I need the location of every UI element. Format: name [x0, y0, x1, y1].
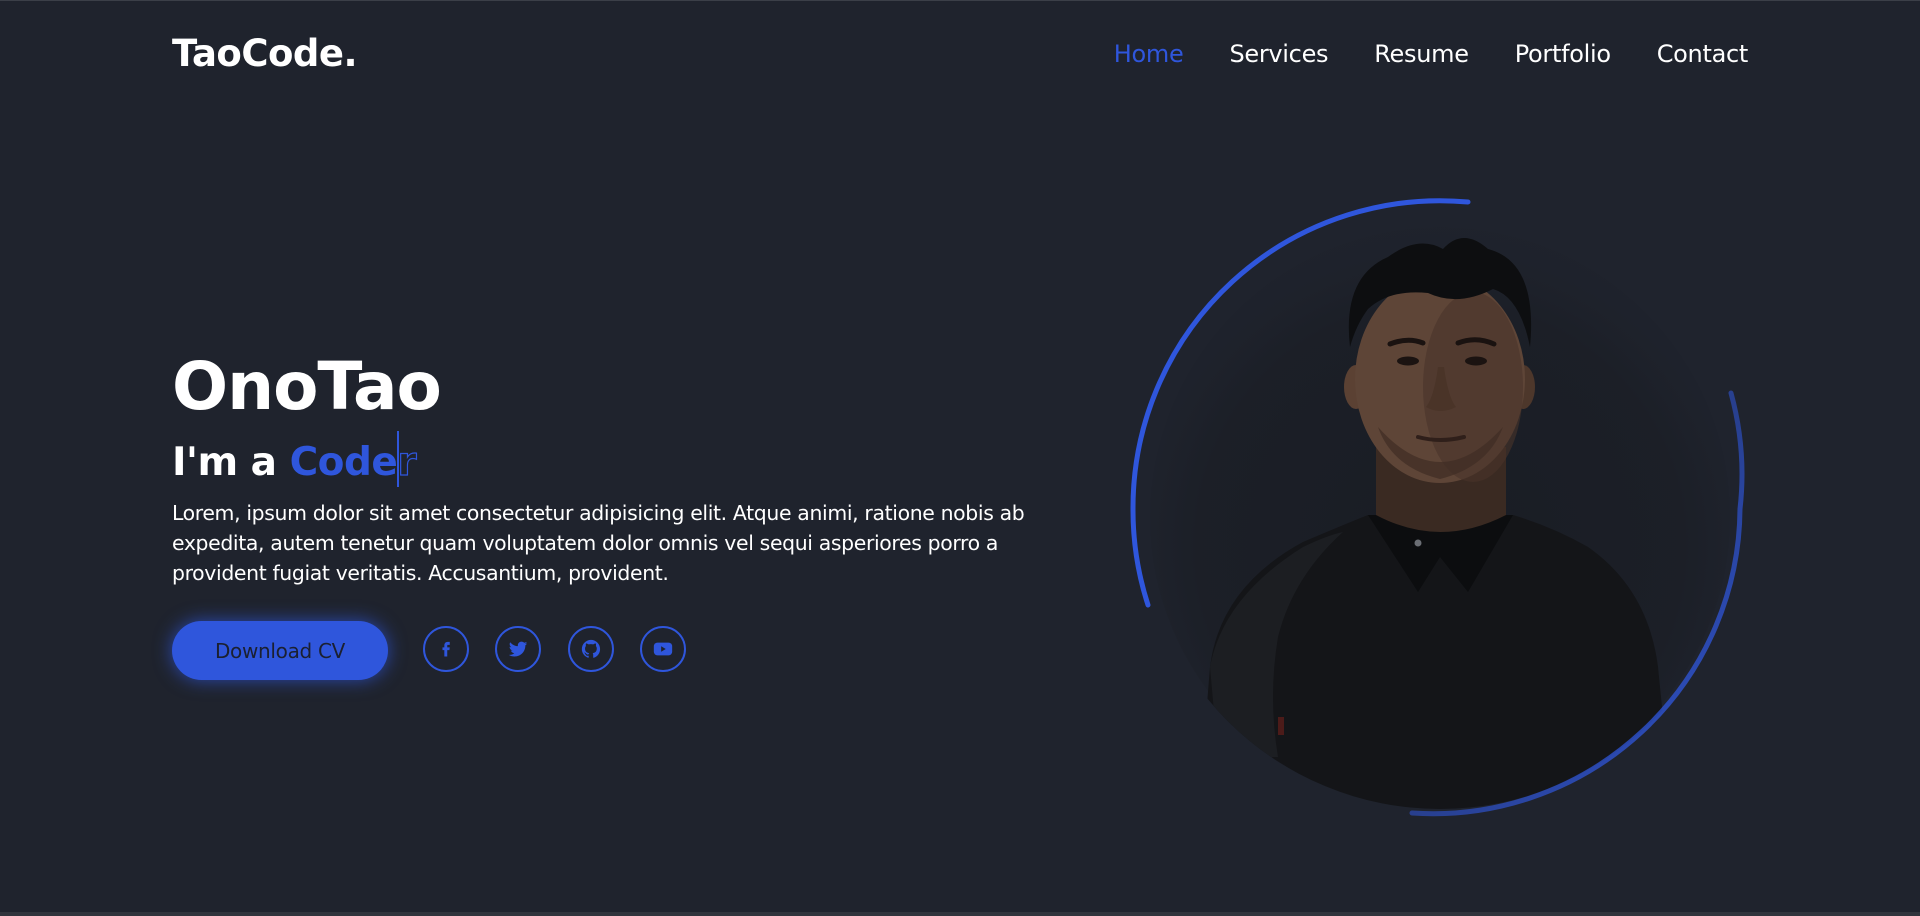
- role-typed-text: Code: [289, 440, 398, 485]
- portrait: [1128, 197, 1752, 821]
- twitter-icon: [508, 641, 528, 657]
- hero-role: I'm a Coder: [172, 431, 417, 489]
- portrait-ring: [1130, 198, 1745, 817]
- facebook-link[interactable]: [423, 626, 469, 672]
- github-icon: [581, 639, 601, 658]
- role-prefix: I'm a: [172, 440, 290, 485]
- youtube-link[interactable]: [640, 626, 686, 672]
- nav-item-portfolio[interactable]: Portfolio: [1515, 37, 1611, 71]
- hero-name: OnoTao: [172, 348, 442, 425]
- twitter-link[interactable]: [495, 626, 541, 672]
- github-link[interactable]: [568, 626, 614, 672]
- nav-item-resume[interactable]: Resume: [1374, 37, 1469, 71]
- page: TaoCode. Home Services Resume Portfolio …: [0, 0, 1920, 916]
- main-nav: Home Services Resume Portfolio Contact: [1114, 37, 1749, 71]
- nav-item-contact[interactable]: Contact: [1657, 37, 1749, 71]
- bottom-divider: [0, 912, 1920, 916]
- youtube-icon: [653, 642, 673, 656]
- site-logo[interactable]: TaoCode.: [172, 31, 358, 77]
- hero-description: Lorem, ipsum dolor sit amet consectetur …: [172, 501, 1025, 585]
- nav-item-home[interactable]: Home: [1114, 37, 1184, 71]
- nav-item-services[interactable]: Services: [1229, 37, 1328, 71]
- role-outline-text: r: [397, 439, 417, 485]
- download-cv-button[interactable]: Download CV: [172, 621, 388, 680]
- facebook-icon: [442, 641, 450, 657]
